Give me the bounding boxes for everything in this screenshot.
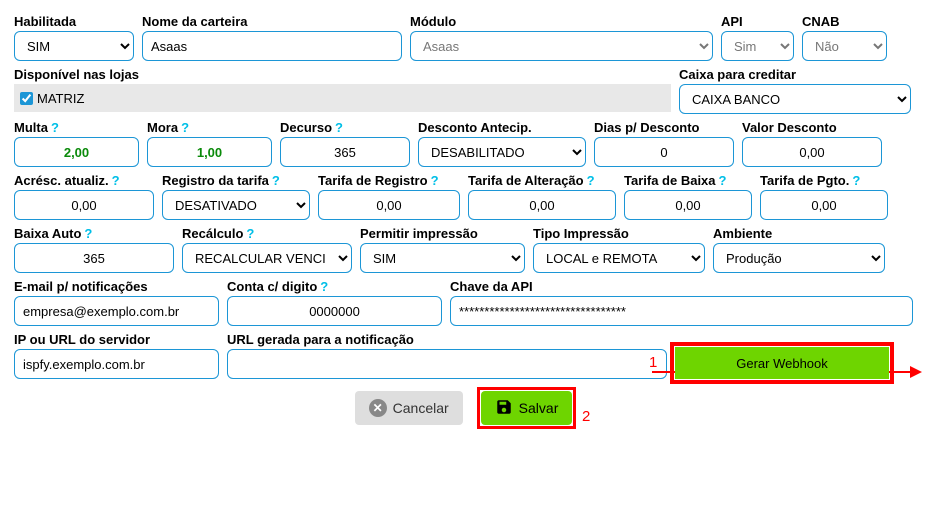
api-label: API xyxy=(721,14,794,29)
email-label: E-mail p/ notificações xyxy=(14,279,219,294)
ip-label: IP ou URL do servidor xyxy=(14,332,219,347)
cancelar-label: Cancelar xyxy=(393,400,449,416)
conta-label: Conta c/ digito xyxy=(227,279,317,294)
salvar-button[interactable]: Salvar xyxy=(481,391,573,425)
acresc-input[interactable] xyxy=(14,190,154,220)
lojas-label: Disponível nas lojas xyxy=(14,67,671,82)
url-label: URL gerada para a notificação xyxy=(227,332,667,347)
url-output xyxy=(227,349,667,379)
matriz-label: MATRIZ xyxy=(37,91,84,106)
tarifa-pgto-input[interactable] xyxy=(760,190,888,220)
tarifa-baixa-label: Tarifa de Baixa xyxy=(624,173,716,188)
help-icon: ? xyxy=(335,121,343,134)
tipo-select[interactable]: LOCAL e REMOTA xyxy=(533,243,705,273)
dias-label: Dias p/ Desconto xyxy=(594,120,734,135)
baixa-label: Baixa Auto xyxy=(14,226,81,241)
desconto-select[interactable]: DESABILITADO xyxy=(418,137,586,167)
gerar-webhook-button[interactable]: Gerar Webhook xyxy=(675,347,889,379)
salvar-label: Salvar xyxy=(519,400,559,416)
chave-input[interactable] xyxy=(450,296,913,326)
help-icon: ? xyxy=(852,174,860,187)
permitir-label: Permitir impressão xyxy=(360,226,525,241)
nome-input[interactable] xyxy=(142,31,402,61)
ambiente-label: Ambiente xyxy=(713,226,885,241)
help-icon: ? xyxy=(719,174,727,187)
help-icon: ? xyxy=(320,280,328,293)
mora-label: Mora xyxy=(147,120,178,135)
annotation-2: 2 xyxy=(582,408,590,425)
email-input[interactable] xyxy=(14,296,219,326)
registro-label: Registro da tarifa xyxy=(162,173,269,188)
ip-input[interactable] xyxy=(14,349,219,379)
valor-label: Valor Desconto xyxy=(742,120,882,135)
decurso-label: Decurso xyxy=(280,120,332,135)
help-icon: ? xyxy=(587,174,595,187)
tarifa-pgto-label: Tarifa de Pgto. xyxy=(760,173,849,188)
matriz-checkbox[interactable] xyxy=(20,92,33,105)
cnab-select[interactable]: Não xyxy=(802,31,887,61)
lojas-box: MATRIZ xyxy=(14,84,671,112)
close-icon: ✕ xyxy=(369,399,387,417)
annotation-1: 1 xyxy=(649,354,657,371)
dias-input[interactable] xyxy=(594,137,734,167)
help-icon: ? xyxy=(84,227,92,240)
permitir-select[interactable]: SIM xyxy=(360,243,525,273)
nome-label: Nome da carteira xyxy=(142,14,402,29)
help-icon: ? xyxy=(181,121,189,134)
tipo-label: Tipo Impressão xyxy=(533,226,705,241)
ambiente-select[interactable]: Produção xyxy=(713,243,885,273)
valor-input[interactable] xyxy=(742,137,882,167)
habilitada-select[interactable]: SIM xyxy=(14,31,134,61)
help-icon: ? xyxy=(272,174,280,187)
tarifa-reg-label: Tarifa de Registro xyxy=(318,173,428,188)
cnab-label: CNAB xyxy=(802,14,887,29)
registro-select[interactable]: DESATIVADO xyxy=(162,190,310,220)
caixa-select[interactable]: CAIXA BANCO xyxy=(679,84,911,114)
habilitada-label: Habilitada xyxy=(14,14,134,29)
recalc-select[interactable]: RECALCULAR VENCI xyxy=(182,243,352,273)
caixa-label: Caixa para creditar xyxy=(679,67,911,82)
baixa-input[interactable] xyxy=(14,243,174,273)
modulo-label: Módulo xyxy=(410,14,713,29)
modulo-select[interactable]: Asaas xyxy=(410,31,713,61)
recalc-label: Recálculo xyxy=(182,226,243,241)
mora-input[interactable] xyxy=(147,137,272,167)
chave-label: Chave da API xyxy=(450,279,913,294)
help-icon: ? xyxy=(246,227,254,240)
tarifa-reg-input[interactable] xyxy=(318,190,460,220)
help-icon: ? xyxy=(431,174,439,187)
tarifa-baixa-input[interactable] xyxy=(624,190,752,220)
multa-label: Multa xyxy=(14,120,48,135)
save-icon xyxy=(495,398,513,419)
help-icon: ? xyxy=(112,174,120,187)
cancelar-button[interactable]: ✕ Cancelar xyxy=(355,391,463,425)
api-select[interactable]: Sim xyxy=(721,31,794,61)
tarifa-alt-input[interactable] xyxy=(468,190,616,220)
decurso-input[interactable] xyxy=(280,137,410,167)
acresc-label: Acrésc. atualiz. xyxy=(14,173,109,188)
multa-input[interactable] xyxy=(14,137,139,167)
tarifa-alt-label: Tarifa de Alteração xyxy=(468,173,584,188)
desconto-label: Desconto Antecip. xyxy=(418,120,586,135)
help-icon: ? xyxy=(51,121,59,134)
conta-input[interactable] xyxy=(227,296,442,326)
